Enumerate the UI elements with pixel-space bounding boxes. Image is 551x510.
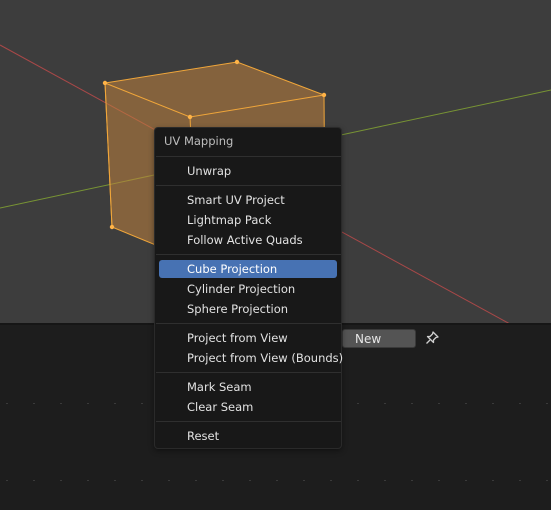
grid-dot xyxy=(330,480,332,481)
menu-item-cube-projection[interactable]: Cube Projection xyxy=(159,260,337,278)
grid-dot xyxy=(357,480,359,481)
grid-dot xyxy=(519,480,521,481)
grid-dot xyxy=(276,480,278,481)
grid-dot xyxy=(384,480,386,481)
menu-item-follow-active-quads[interactable]: Follow Active Quads xyxy=(159,231,337,249)
grid-dot xyxy=(492,403,494,404)
menu-separator xyxy=(156,254,341,255)
grid-dot xyxy=(141,403,143,404)
menu-separator xyxy=(156,156,341,157)
grid-dot xyxy=(411,403,413,404)
pin-icon[interactable] xyxy=(424,330,440,346)
grid-dot xyxy=(87,480,89,481)
grid-dot xyxy=(168,480,170,481)
grid-dot xyxy=(195,480,197,481)
grid-dot xyxy=(60,480,62,481)
menu-item-mark-seam[interactable]: Mark Seam xyxy=(159,378,337,396)
new-button-label: New xyxy=(355,332,382,346)
grid-dot xyxy=(357,403,359,404)
menu-item-cylinder-projection[interactable]: Cylinder Projection xyxy=(159,280,337,298)
grid-dot xyxy=(492,480,494,481)
grid-dot xyxy=(411,480,413,481)
grid-dot xyxy=(303,480,305,481)
grid-dot xyxy=(384,403,386,404)
menu-separator xyxy=(156,372,341,373)
grid-dot xyxy=(141,480,143,481)
menu-item-clear-seam[interactable]: Clear Seam xyxy=(159,398,337,416)
menu-separator xyxy=(156,185,341,186)
menu-item-sphere-projection[interactable]: Sphere Projection xyxy=(159,300,337,318)
menu-item-reset[interactable]: Reset xyxy=(159,427,337,445)
new-image-button[interactable]: New xyxy=(342,329,416,348)
grid-dot xyxy=(114,480,116,481)
grid-dot xyxy=(519,403,521,404)
grid-dot xyxy=(465,480,467,481)
grid-dot xyxy=(6,403,8,404)
grid-dot xyxy=(33,403,35,404)
grid-dot xyxy=(222,480,224,481)
menu-item-project-from-view[interactable]: Project from View xyxy=(159,329,337,347)
grid-dot xyxy=(546,480,548,481)
grid-dot xyxy=(546,403,548,404)
menu-item-project-from-view-bounds[interactable]: Project from View (Bounds) xyxy=(159,349,343,367)
grid-dot xyxy=(249,480,251,481)
menu-item-unwrap[interactable]: Unwrap xyxy=(159,162,337,180)
menu-separator xyxy=(156,421,341,422)
grid-dot xyxy=(33,480,35,481)
grid-dot xyxy=(438,403,440,404)
menu-item-lightmap-pack[interactable]: Lightmap Pack xyxy=(159,211,337,229)
grid-dot xyxy=(438,480,440,481)
grid-dot xyxy=(87,403,89,404)
grid-dot xyxy=(114,403,116,404)
menu-title: UV Mapping xyxy=(164,134,234,148)
grid-dot xyxy=(60,403,62,404)
menu-item-smart-uv-project[interactable]: Smart UV Project xyxy=(159,191,337,209)
uv-mapping-menu: UV Mapping Unwrap Smart UV Project Light… xyxy=(154,127,343,449)
grid-dot xyxy=(6,480,8,481)
grid-dot xyxy=(465,403,467,404)
menu-separator xyxy=(156,323,341,324)
